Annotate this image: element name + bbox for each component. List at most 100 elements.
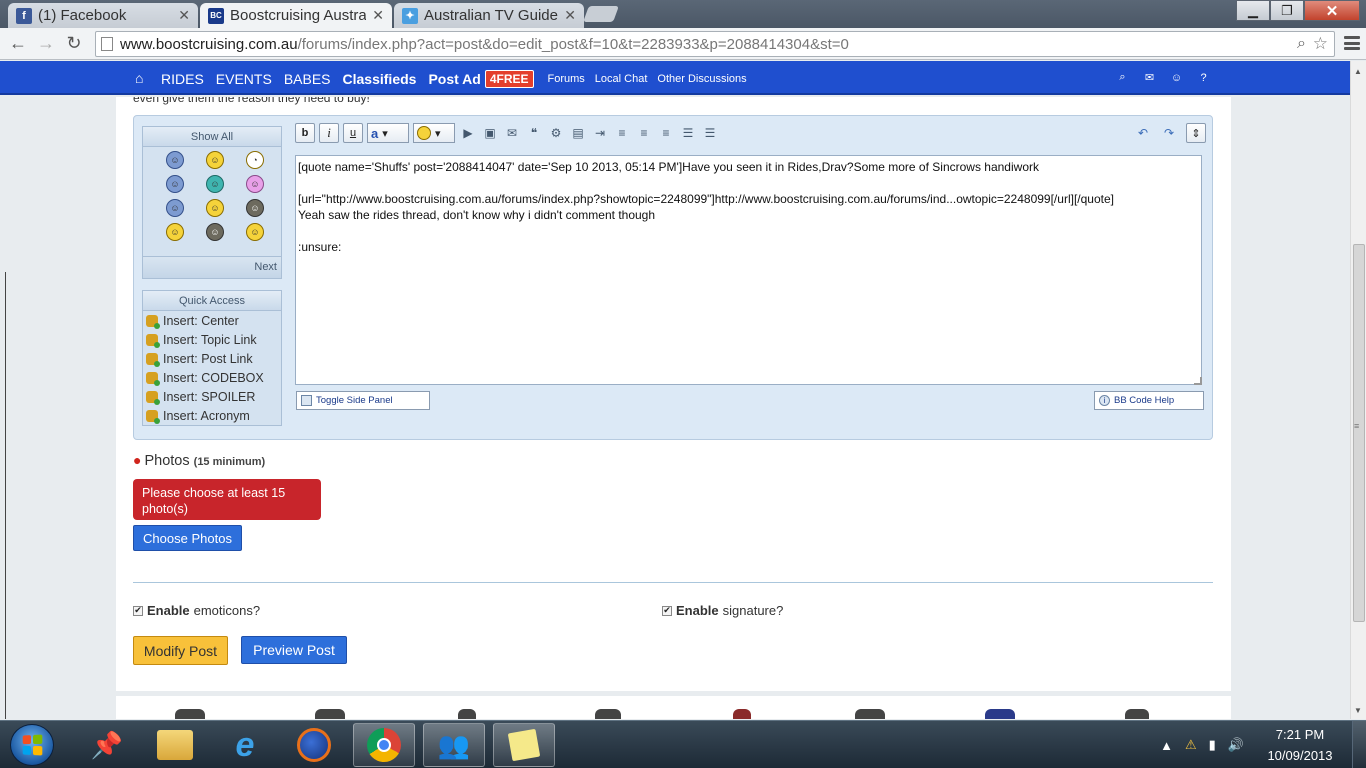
scrollbar-thumb[interactable] xyxy=(1353,244,1365,622)
close-tab-icon[interactable]: ✕ xyxy=(564,7,576,24)
profile-icon[interactable]: ☺ xyxy=(1170,71,1183,84)
maximize-button[interactable]: ❐ xyxy=(1270,0,1304,21)
forward-arrow-icon[interactable]: → xyxy=(32,30,60,58)
bold-button[interactable]: b xyxy=(295,123,315,143)
next-link[interactable]: Next xyxy=(143,256,281,278)
emoticons-checkbox[interactable]: ✔ xyxy=(133,605,143,616)
underline-button[interactable]: u xyxy=(343,123,363,143)
emoticon-shades-icon[interactable]: ☺ xyxy=(206,223,224,241)
taskbar-messenger[interactable]: 👥 xyxy=(423,723,485,767)
quick-access-item[interactable]: Insert: Center xyxy=(143,311,281,330)
emoticon-wave-icon[interactable]: ☺ xyxy=(166,223,184,241)
start-button[interactable] xyxy=(10,724,54,766)
toggle-side-panel-button[interactable]: Toggle Side Panel xyxy=(296,391,430,410)
messages-icon[interactable]: ✉ xyxy=(1143,71,1156,84)
emoticon-alien-icon[interactable]: ☺ xyxy=(166,199,184,217)
nav-events[interactable]: EVENTS xyxy=(216,71,272,87)
emoticon-clock-icon[interactable]: ◔ xyxy=(246,151,264,169)
scroll-up-icon[interactable]: ▲ xyxy=(1354,67,1362,76)
show-all-link[interactable]: Show All xyxy=(143,127,281,147)
align-left-icon[interactable]: ≡ xyxy=(613,124,631,142)
nav-babes[interactable]: BABES xyxy=(284,71,331,87)
car-thumbnail[interactable] xyxy=(855,709,885,719)
post-textarea[interactable]: [quote name='Shuffs' post='2088414047' d… xyxy=(295,155,1202,385)
address-bar[interactable]: www.boostcruising.com.au/forums/index.ph… xyxy=(95,31,1335,57)
tab-facebook[interactable]: f (1) Facebook ✕ xyxy=(8,3,198,28)
help-icon[interactable]: ? xyxy=(1197,71,1210,84)
quick-access-item[interactable]: Insert: Post Link xyxy=(143,349,281,368)
new-tab-button[interactable] xyxy=(583,6,619,22)
nav-classifieds[interactable]: Classifieds xyxy=(343,71,417,87)
zoom-search-icon[interactable]: ⌕ xyxy=(1297,35,1306,53)
emoticon-select[interactable]: ▾ xyxy=(413,123,455,143)
bbcode-help-button[interactable]: i BB Code Help xyxy=(1094,391,1204,410)
close-window-button[interactable]: ✕ xyxy=(1304,0,1360,21)
bookmark-star-icon[interactable]: ☆ xyxy=(1313,34,1328,54)
spoiler-icon[interactable]: ▤ xyxy=(569,124,587,142)
taskbar-firefox[interactable] xyxy=(283,723,345,767)
network-warning-icon[interactable]: ⚠ xyxy=(1185,737,1197,753)
quick-access-item[interactable]: Insert: Acronym xyxy=(143,406,281,425)
car-thumbnail[interactable] xyxy=(1125,709,1149,719)
font-select[interactable]: a ▾ xyxy=(367,123,409,143)
minimize-button[interactable]: ▁ xyxy=(1236,0,1270,21)
browser-menu-icon[interactable] xyxy=(1344,36,1360,50)
nav-local-chat[interactable]: Local Chat xyxy=(595,73,648,85)
signature-checkbox[interactable]: ✔ xyxy=(662,605,672,616)
close-tab-icon[interactable]: ✕ xyxy=(372,7,384,24)
nav-other-discussions[interactable]: Other Discussions xyxy=(657,73,746,85)
quick-access-item[interactable]: Insert: Topic Link xyxy=(143,330,281,349)
show-desktop-button[interactable] xyxy=(1352,721,1366,768)
insert-image-icon[interactable]: ▣ xyxy=(481,124,499,142)
ordered-list-icon[interactable]: ☰ xyxy=(679,124,697,142)
align-center-icon[interactable]: ≡ xyxy=(635,124,653,142)
insert-email-icon[interactable]: ✉ xyxy=(503,124,521,142)
scroll-down-icon[interactable]: ▼ xyxy=(1354,706,1362,715)
emoticon-pink-icon[interactable]: ☺ xyxy=(246,175,264,193)
quote-icon[interactable]: ❝ xyxy=(525,124,543,142)
emoticon-dance-icon[interactable]: ☺ xyxy=(246,223,264,241)
align-right-icon[interactable]: ≡ xyxy=(657,124,675,142)
tab-tv-guide[interactable]: ✦ Australian TV Guide ✕ xyxy=(394,3,584,28)
nav-rides[interactable]: RIDES xyxy=(161,71,204,87)
emoticon-thumbsup-icon[interactable]: ☺ xyxy=(166,151,184,169)
taskbar-chrome[interactable] xyxy=(353,723,415,767)
car-thumbnail[interactable] xyxy=(458,709,476,719)
nav-post-ad[interactable]: Post Ad xyxy=(428,71,480,87)
emoticon-dark-icon[interactable]: ☺ xyxy=(246,199,264,217)
system-clock[interactable]: 7:21 PM 10/09/2013 xyxy=(1256,724,1344,766)
car-thumbnail[interactable] xyxy=(175,709,205,719)
signal-icon[interactable]: ▮ xyxy=(1209,737,1216,753)
car-thumbnail[interactable] xyxy=(315,709,345,719)
vertical-scrollbar[interactable]: ▲ ≡ ▼ xyxy=(1350,61,1366,719)
car-thumbnail[interactable] xyxy=(985,709,1015,719)
back-arrow-icon[interactable]: ← xyxy=(4,30,32,58)
emoticon-blue-icon[interactable]: ☺ xyxy=(166,175,184,193)
textarea-resize-icon[interactable] xyxy=(1194,377,1202,385)
tab-boostcruising[interactable]: BC Boostcruising Austral ✕ xyxy=(200,3,392,28)
taskbar-sticky-notes[interactable] xyxy=(493,723,555,767)
taskbar-pin-app[interactable]: 📌 xyxy=(76,723,138,767)
preview-post-button[interactable]: Preview Post xyxy=(241,636,347,664)
italic-button[interactable]: i xyxy=(319,123,339,143)
home-icon[interactable]: ⌂ xyxy=(135,70,143,86)
resize-editor-icon[interactable]: ⇕ xyxy=(1186,123,1206,143)
emoticon-teal-icon[interactable]: ☺ xyxy=(206,175,224,193)
show-hidden-icons-icon[interactable]: ▲ xyxy=(1160,738,1173,753)
redo-icon[interactable]: ↷ xyxy=(1160,124,1178,142)
car-thumbnail[interactable] xyxy=(733,709,751,719)
indent-icon[interactable]: ⇥ xyxy=(591,124,609,142)
modify-post-button[interactable]: Modify Post xyxy=(133,636,228,665)
taskbar-explorer[interactable] xyxy=(144,723,206,767)
taskbar-ie[interactable]: e xyxy=(214,723,276,767)
close-tab-icon[interactable]: ✕ xyxy=(178,7,190,24)
undo-icon[interactable]: ↶ xyxy=(1134,124,1152,142)
code-icon[interactable]: ⚙ xyxy=(547,124,565,142)
emoticon-grin-icon[interactable]: ☺ xyxy=(206,199,224,217)
choose-photos-button[interactable]: Choose Photos xyxy=(133,525,242,551)
insert-link-icon[interactable]: ▶ xyxy=(459,124,477,142)
free-badge[interactable]: 4FREE xyxy=(484,70,534,88)
unordered-list-icon[interactable]: ☰ xyxy=(701,124,719,142)
emoticon-happy-icon[interactable]: ☺ xyxy=(206,151,224,169)
nav-forums[interactable]: Forums xyxy=(548,73,585,85)
